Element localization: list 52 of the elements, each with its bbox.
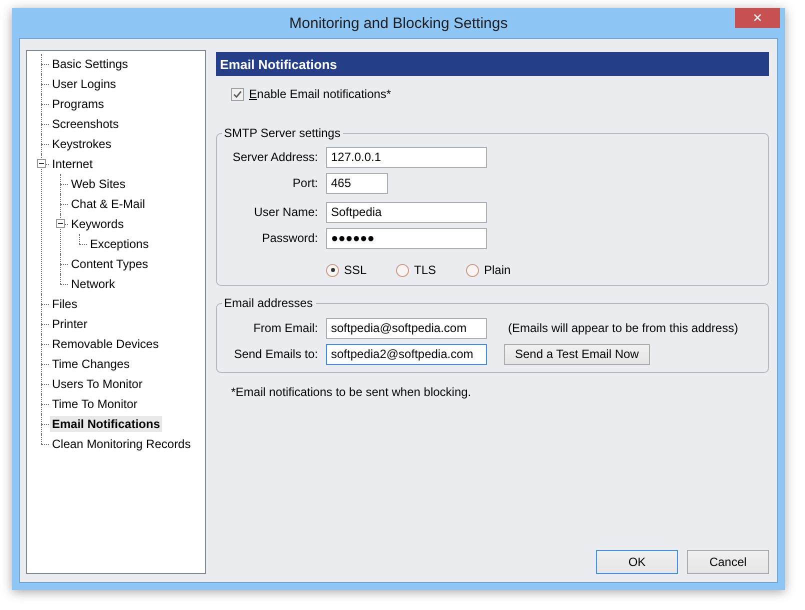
radio-label: TLS <box>414 263 436 277</box>
input-field[interactable]: ●●●●●● <box>326 228 487 248</box>
tree-item[interactable]: Time To Monitor <box>50 396 140 412</box>
field-label: Port: <box>292 176 318 190</box>
field-label: Send Emails to: <box>232 347 318 361</box>
radio-label: Plain <box>484 263 511 277</box>
group-title: SMTP Server settings <box>222 126 344 140</box>
field-label: From Email: <box>252 321 318 335</box>
tree-item[interactable]: Files <box>50 296 80 312</box>
tree-item[interactable]: Exceptions <box>88 236 151 252</box>
tree-item[interactable]: Email Notifications <box>50 416 162 432</box>
input-field[interactable]: softpedia@softpedia.com <box>326 318 487 338</box>
field-label: Server Address: <box>232 150 318 164</box>
radio-button[interactable] <box>396 264 409 276</box>
input-field[interactable]: 465 <box>326 172 388 194</box>
tree-item[interactable]: Screenshots <box>50 116 121 132</box>
enable-checkbox[interactable] <box>231 88 244 100</box>
tree-item[interactable]: Keywords <box>69 216 126 232</box>
tree-item[interactable]: Removable Devices <box>50 336 161 352</box>
input-field[interactable]: Softpedia <box>326 202 487 222</box>
dialog-button[interactable]: OK <box>596 550 678 574</box>
close-button[interactable]: ✕ <box>735 8 780 28</box>
radio-button[interactable] <box>326 264 339 276</box>
test-email-button[interactable]: Send a Test Email Now <box>504 344 650 364</box>
tree-item[interactable]: Content Types <box>69 256 150 272</box>
tree-item[interactable]: Internet <box>50 156 95 172</box>
tree-item[interactable]: Printer <box>50 316 90 332</box>
tree-item[interactable]: User Logins <box>50 76 118 92</box>
tree-item[interactable]: Chat & E-Mail <box>69 196 148 212</box>
tree-item[interactable]: Basic Settings <box>50 56 130 72</box>
tree-item[interactable]: Keystrokes <box>50 136 114 152</box>
dialog-button[interactable]: Cancel <box>687 550 769 574</box>
tree-item[interactable]: Programs <box>50 96 106 112</box>
hint-text: (Emails will appear to be from this address) <box>508 321 738 335</box>
field-label: Password: <box>260 231 318 245</box>
collapse-icon[interactable] <box>37 159 46 168</box>
tree-item[interactable]: Users To Monitor <box>50 376 144 392</box>
input-field[interactable]: softpedia2@softpedia.com <box>326 344 487 364</box>
field-label: User Name: <box>252 205 318 219</box>
radio-button[interactable] <box>466 264 479 276</box>
radio-label: SSL <box>344 263 367 277</box>
collapse-icon[interactable] <box>56 219 65 228</box>
group-title: Email addresses <box>222 296 316 310</box>
tree-item[interactable]: Time Changes <box>50 356 132 372</box>
section-header: Email Notifications <box>216 52 769 76</box>
footnote: *Email notifications to be sent when blocking. <box>231 385 472 399</box>
window-title: Monitoring and Blocking Settings <box>289 14 508 32</box>
tree-item[interactable]: Web Sites <box>69 176 128 192</box>
checkbox-label: Enable Email notifications* <box>249 87 392 101</box>
input-field[interactable]: 127.0.0.1 <box>326 146 487 168</box>
tree-item[interactable]: Network <box>69 276 118 292</box>
tree-item[interactable]: Clean Monitoring Records <box>50 436 193 452</box>
